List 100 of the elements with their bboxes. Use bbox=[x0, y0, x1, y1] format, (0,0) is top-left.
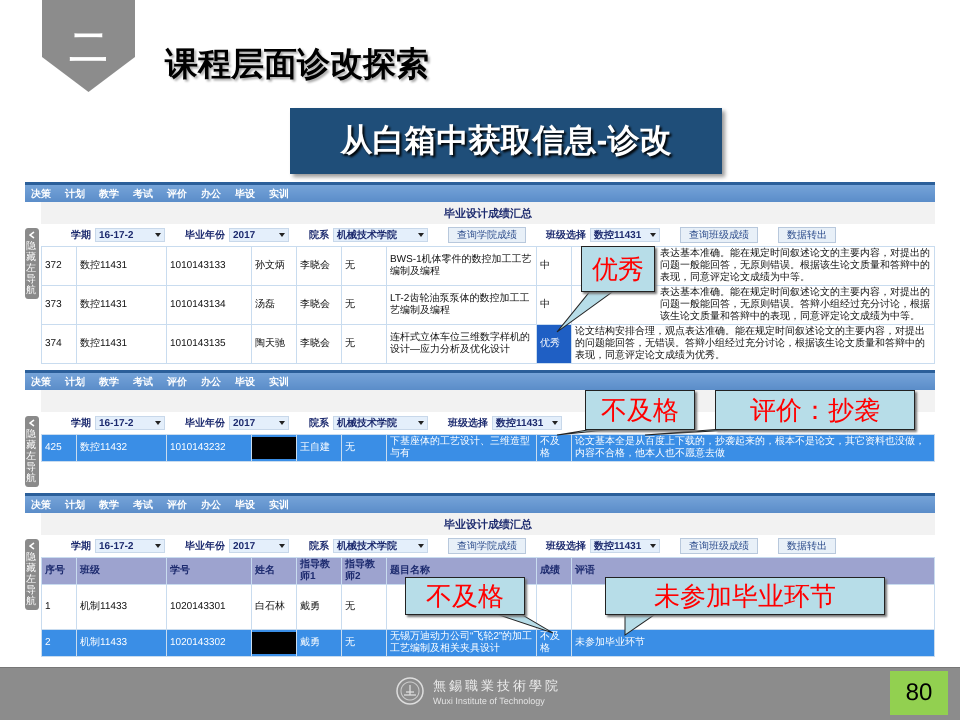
filter-label: 班级选择 bbox=[546, 540, 586, 553]
table-cell: 李晓会 bbox=[296, 246, 342, 286]
table-cell: 连杆式立体车位三维数字样机的设计—应力分析及优化设计 bbox=[386, 324, 536, 364]
table-cell: 无 bbox=[342, 324, 386, 364]
chevron-icon bbox=[29, 419, 35, 427]
school-name-english: Wuxi Institute of Technology bbox=[433, 696, 545, 706]
dropdown[interactable]: 数控11431 bbox=[590, 228, 660, 242]
query-button[interactable]: 查询班级成绩 bbox=[680, 538, 758, 554]
table-cell: 优秀 bbox=[536, 324, 572, 364]
section-badge: 二 bbox=[42, 0, 135, 92]
table-cell: 中 bbox=[536, 246, 572, 286]
nav-menu-item[interactable]: 毕设 bbox=[235, 374, 269, 388]
table-cell: 无 bbox=[342, 434, 386, 462]
filter-label: 毕业年份 bbox=[185, 540, 225, 553]
query-button[interactable]: 查询班级成绩 bbox=[680, 227, 758, 243]
table-cell: 王自建 bbox=[296, 434, 342, 462]
nav-menu-item[interactable]: 计划 bbox=[65, 186, 99, 200]
caret-icon bbox=[279, 544, 285, 548]
filter-label: 学期 bbox=[71, 416, 91, 430]
slide-title: 课程层面诊改探索 bbox=[165, 44, 429, 84]
nav-menu-item[interactable]: 教学 bbox=[99, 186, 133, 200]
nav-menu-item[interactable]: 决策 bbox=[31, 498, 65, 512]
filter-label: 毕业年份 bbox=[185, 228, 225, 242]
caret-icon bbox=[155, 233, 161, 237]
subtitle-banner: 从白箱中获取信息-诊改 bbox=[290, 108, 722, 174]
nav-menu-item[interactable]: 教学 bbox=[99, 374, 133, 388]
table-cell: 下基座体的工艺设计、三维造型与有 bbox=[386, 434, 536, 462]
table-cell: 无 bbox=[342, 286, 386, 324]
dropdown[interactable]: 机械技术学院 bbox=[333, 539, 428, 553]
column-header: 姓名 bbox=[252, 558, 296, 584]
side-tab[interactable]: 隐藏左导航 bbox=[25, 228, 39, 299]
callout-label: 优秀 bbox=[581, 246, 655, 292]
dropdown[interactable]: 16-17-2 bbox=[95, 228, 165, 242]
nav-menu-item[interactable]: 实训 bbox=[269, 186, 303, 200]
filter-label: 院系 bbox=[309, 416, 329, 430]
table-cell: 1010143133 bbox=[166, 246, 252, 286]
table-cell: 汤磊 bbox=[252, 286, 296, 324]
caret-icon bbox=[650, 233, 656, 237]
table-cell: 陶天驰 bbox=[252, 324, 296, 364]
nav-menu-item[interactable]: 毕设 bbox=[235, 186, 269, 200]
filter-label: 院系 bbox=[309, 540, 329, 553]
nav-menu-item[interactable]: 办公 bbox=[201, 498, 235, 512]
query-button[interactable]: 查询学院成绩 bbox=[448, 538, 526, 554]
filter-label: 班级选择 bbox=[448, 416, 488, 430]
table-cell: 不及格 bbox=[536, 630, 572, 656]
table-cell: 孙文炳 bbox=[252, 246, 296, 286]
nav-menu-item[interactable]: 教学 bbox=[99, 498, 133, 512]
table-cell: LT-2齿轮油泵泵体的数控加工工艺编制及编程 bbox=[386, 286, 536, 324]
school-name: 無錫職業技術學院 bbox=[433, 678, 561, 694]
column-header: 学号 bbox=[166, 558, 252, 584]
page-number: 80 bbox=[890, 671, 948, 715]
nav-menu-item[interactable]: 评价 bbox=[167, 186, 201, 200]
nav-menu-item[interactable]: 决策 bbox=[31, 374, 65, 388]
dropdown[interactable]: 机械技术学院 bbox=[333, 228, 428, 242]
dropdown[interactable]: 机械技术学院 bbox=[333, 416, 428, 430]
nav-menu-item[interactable]: 考试 bbox=[133, 498, 167, 512]
nav-menu-item[interactable]: 办公 bbox=[201, 374, 235, 388]
table-cell: 不及格 bbox=[536, 434, 572, 462]
filter-label: 毕业年份 bbox=[185, 416, 225, 430]
table-cell: 数控11431 bbox=[76, 286, 166, 324]
query-button[interactable]: 数据转出 bbox=[778, 227, 836, 243]
caret-icon bbox=[418, 233, 424, 237]
nav-menu-item[interactable]: 考试 bbox=[133, 186, 167, 200]
table-cell: 1010143135 bbox=[166, 324, 252, 364]
nav-menu-item[interactable]: 实训 bbox=[269, 498, 303, 512]
nav-menu-item[interactable]: 计划 bbox=[65, 374, 99, 388]
query-button[interactable]: 查询学院成绩 bbox=[448, 227, 526, 243]
table-cell: 论文结构安排合理，观点表达准确。能在规定时间叙述论文的主要内容，对提出的问题能回答，无错误。答辩小组经过充分讨论，根据该生论文质量和答辩中的表现，同意评定论文成绩为优秀。 bbox=[572, 324, 934, 364]
side-tab[interactable]: 隐藏左导航 bbox=[25, 539, 39, 610]
dropdown[interactable]: 2017 bbox=[229, 416, 289, 430]
table-cell: 425 bbox=[42, 434, 76, 462]
nav-menu-item[interactable]: 评价 bbox=[167, 374, 201, 388]
dropdown[interactable]: 数控11431 bbox=[492, 416, 562, 430]
table-cell: 数控11432 bbox=[76, 434, 166, 462]
nav-menu-item[interactable]: 计划 bbox=[65, 498, 99, 512]
column-header: 指导教师1 bbox=[296, 558, 342, 584]
dropdown[interactable]: 16-17-2 bbox=[95, 539, 165, 553]
nav-menu-item[interactable]: 评价 bbox=[167, 498, 201, 512]
table-cell: 论文基本全是从百度上下载的，抄袭起来的，根本不是论文，其它资料也没做，内容不合格，他本人也不愿意去做 bbox=[572, 434, 934, 462]
table-cell: 数控11431 bbox=[76, 324, 166, 364]
nav-menu-item[interactable]: 实训 bbox=[269, 374, 303, 388]
nav-menu-item[interactable]: 决策 bbox=[31, 186, 65, 200]
dropdown[interactable]: 数控11431 bbox=[590, 539, 660, 553]
dropdown[interactable]: 2017 bbox=[229, 539, 289, 553]
dropdown[interactable]: 16-17-2 bbox=[95, 416, 165, 430]
table-cell: 无 bbox=[342, 630, 386, 656]
report-title: 毕业设计成绩汇总 bbox=[444, 518, 532, 532]
table-cell: 373 bbox=[42, 286, 76, 324]
side-tab[interactable]: 隐藏左导航 bbox=[25, 416, 39, 487]
chevron-icon bbox=[29, 231, 35, 239]
dropdown[interactable]: 2017 bbox=[229, 228, 289, 242]
column-header: 班级 bbox=[76, 558, 166, 584]
report-title: 毕业设计成绩汇总 bbox=[444, 206, 532, 220]
caret-icon bbox=[155, 544, 161, 548]
nav-menu-item[interactable]: 办公 bbox=[201, 186, 235, 200]
query-button[interactable]: 数据转出 bbox=[778, 538, 836, 554]
nav-menu-item[interactable]: 毕设 bbox=[235, 498, 269, 512]
school-emblem-icon bbox=[395, 676, 425, 706]
nav-menu-item[interactable]: 考试 bbox=[133, 374, 167, 388]
table-cell: 374 bbox=[42, 324, 76, 364]
